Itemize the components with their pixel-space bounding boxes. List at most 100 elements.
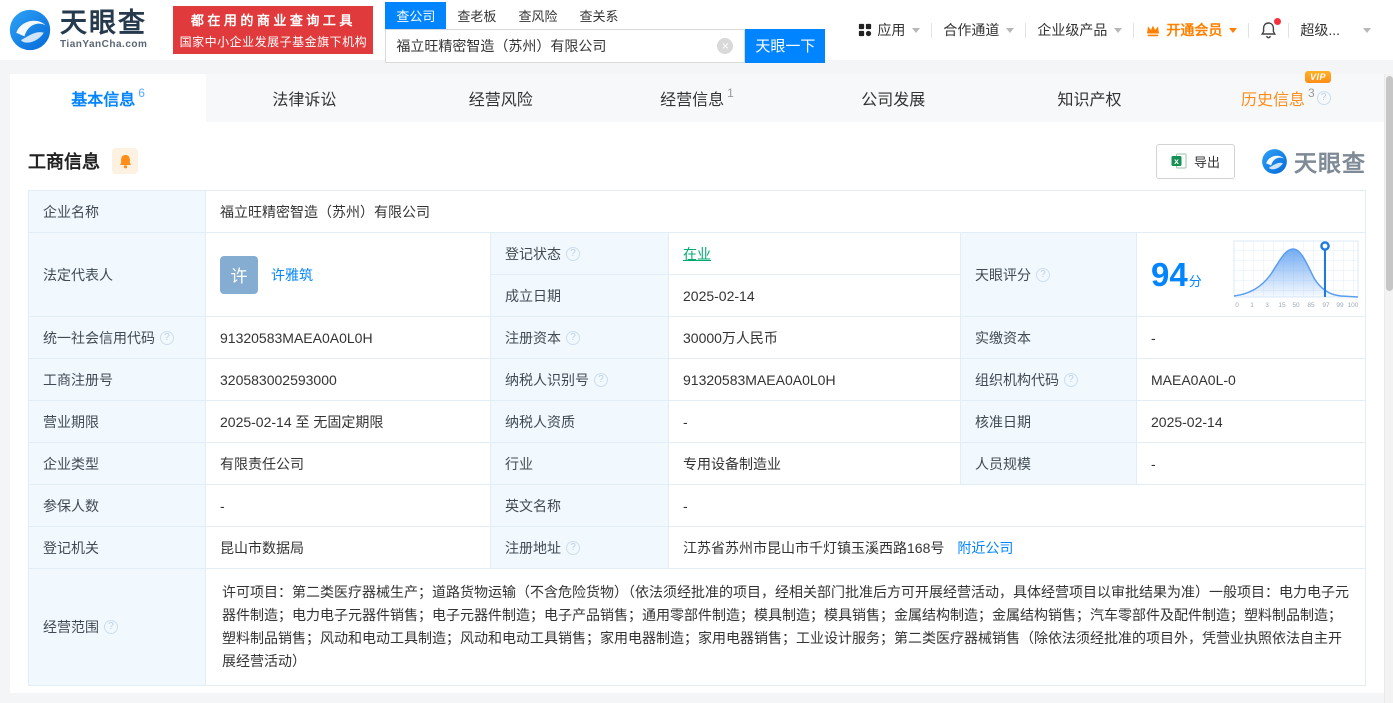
nav-open-vip[interactable]: 开通会员 bbox=[1134, 20, 1248, 40]
section-title: 工商信息 bbox=[28, 152, 100, 172]
chevron-down-icon bbox=[1006, 27, 1015, 33]
reg-address-cell: 江苏省苏州市昆山市千灯镇玉溪西路168号 附近公司 bbox=[669, 527, 1365, 568]
field-label-text: 天眼评分 bbox=[975, 266, 1031, 283]
chevron-down-icon bbox=[1114, 27, 1123, 33]
tab-label: 经营风险 bbox=[468, 92, 533, 109]
score-marker-pin bbox=[1320, 240, 1330, 251]
vertical-scrollbar bbox=[1384, 74, 1393, 703]
approval-date-value: 2025-02-14 bbox=[1151, 413, 1223, 430]
nearby-companies-link[interactable]: 附近公司 bbox=[957, 538, 1013, 558]
table-row: 法定代表人 许 许雅筑 登记状态 在业 成立日期 2025-02-14 bbox=[29, 233, 1365, 317]
detail-tabbar: 基本信息 6 法律诉讼 经营风险 经营信息 1 公司发展 知识产权 历史信息 V… bbox=[10, 71, 1384, 122]
nav-enterprise[interactable]: 企业级产品 bbox=[1026, 20, 1133, 40]
industry-value: 专用设备制造业 bbox=[669, 443, 961, 484]
field-label-text: 统一社会信用代码 bbox=[43, 329, 155, 346]
tab-business-risk[interactable]: 经营风险 bbox=[403, 74, 599, 122]
paid-capital-value: - bbox=[1151, 329, 1156, 346]
score-cell: 94 分 0 1 3 15 50 85 97 99 100 bbox=[1137, 233, 1365, 316]
nav-open-vip-label: 开通会员 bbox=[1166, 22, 1223, 38]
nav-cooperation[interactable]: 合作通道 bbox=[932, 20, 1025, 40]
export-button[interactable]: x 导出 bbox=[1155, 143, 1235, 179]
chevron-down-icon bbox=[912, 27, 921, 33]
svg-text:1: 1 bbox=[1250, 302, 1254, 309]
search-tab-relation[interactable]: 查关系 bbox=[568, 2, 629, 29]
help-icon[interactable] bbox=[1036, 267, 1050, 282]
field-label-text: 纳税人识别号 bbox=[505, 371, 589, 388]
subscribe-bell-button[interactable] bbox=[112, 148, 138, 174]
nav-apps[interactable]: 应用 bbox=[847, 20, 931, 40]
field-label: 核准日期 bbox=[961, 401, 1137, 442]
legal-rep-link[interactable]: 许雅筑 bbox=[271, 265, 313, 285]
field-label-text: 注册资本 bbox=[505, 329, 561, 346]
notification-dot bbox=[1274, 18, 1282, 25]
banner-line1: 都在用的商业查询工具 bbox=[190, 13, 356, 28]
insured-count-value: - bbox=[206, 485, 491, 526]
help-icon[interactable] bbox=[1316, 91, 1331, 105]
help-icon[interactable] bbox=[566, 330, 580, 345]
help-icon[interactable] bbox=[566, 540, 580, 555]
tab-count: 6 bbox=[138, 86, 145, 100]
nav-notifications[interactable] bbox=[1249, 18, 1288, 39]
tab-intellectual-property[interactable]: 知识产权 bbox=[991, 74, 1187, 122]
staff-size-value: - bbox=[1151, 455, 1156, 472]
search-tab-company[interactable]: 查公司 bbox=[385, 1, 447, 29]
nav-cooperation-label: 合作通道 bbox=[943, 22, 1000, 38]
field-label-text: 注册地址 bbox=[505, 539, 561, 556]
search-button[interactable]: 天眼一下 bbox=[745, 28, 826, 63]
field-label: 企业类型 bbox=[29, 443, 206, 484]
help-icon[interactable] bbox=[104, 620, 118, 634]
table-row: 登记机关 昆山市数据局 注册地址 江苏省苏州市昆山市千灯镇玉溪西路168号 附近… bbox=[29, 527, 1365, 569]
help-icon[interactable] bbox=[566, 246, 580, 261]
promo-banner: 都在用的商业查询工具 国家中小企业发展子基金旗下机构 bbox=[173, 6, 374, 54]
field-label: 纳税人识别号 bbox=[491, 359, 669, 400]
field-label: 实缴资本 bbox=[961, 317, 1137, 358]
help-icon[interactable] bbox=[160, 330, 174, 345]
scrollbar-thumb[interactable] bbox=[1386, 76, 1393, 291]
section-header: 工商信息 x 导出 天眼查 bbox=[28, 143, 1366, 179]
field-label: 行业 bbox=[491, 443, 669, 484]
field-label: 注册资本 bbox=[491, 317, 669, 358]
tab-basic-info[interactable]: 基本信息 6 bbox=[10, 74, 207, 122]
legal-rep-avatar[interactable]: 许 bbox=[220, 255, 258, 294]
reg-address-value: 江苏省苏州市昆山市千灯镇玉溪西路168号 bbox=[683, 539, 945, 556]
svg-text:97: 97 bbox=[1322, 302, 1330, 309]
header-nav: 应用 合作通道 企业级产品 开通会员 超级... bbox=[847, 18, 1382, 40]
english-name-value: - bbox=[683, 497, 688, 514]
field-label: 英文名称 bbox=[491, 485, 669, 526]
reg-number-value: 320583002593000 bbox=[206, 359, 491, 400]
help-icon[interactable] bbox=[594, 372, 608, 387]
chevron-down-icon bbox=[1229, 27, 1238, 33]
field-label-text: 登记状态 bbox=[505, 245, 561, 262]
table-row: 企业类型 有限责任公司 行业 专用设备制造业 人员规模 - bbox=[29, 443, 1365, 485]
tianyancha-logo[interactable]: 天眼查 TianYanCha.com bbox=[8, 8, 147, 52]
field-label: 参保人数 bbox=[29, 485, 206, 526]
nav-super-vip[interactable]: 超级... bbox=[1289, 20, 1382, 40]
field-label: 注册地址 bbox=[491, 527, 669, 568]
tab-label: 公司发展 bbox=[861, 92, 926, 109]
bell-icon bbox=[119, 154, 131, 168]
status-date-subgrid: 登记状态 在业 成立日期 2025-02-14 bbox=[491, 233, 961, 316]
search-tab-boss[interactable]: 查老板 bbox=[446, 2, 507, 29]
tab-legal-litigation[interactable]: 法律诉讼 bbox=[206, 74, 402, 122]
svg-text:15: 15 bbox=[1278, 302, 1286, 309]
reg-status-value: 在业 bbox=[669, 233, 960, 274]
search-input[interactable] bbox=[385, 28, 746, 63]
help-icon[interactable] bbox=[1064, 372, 1078, 387]
clear-input-icon[interactable] bbox=[717, 37, 734, 54]
tab-company-development[interactable]: 公司发展 bbox=[795, 74, 991, 122]
table-row: 参保人数 - 英文名称 - bbox=[29, 485, 1365, 527]
svg-text:x: x bbox=[1174, 156, 1179, 166]
company-type-value: 有限责任公司 bbox=[206, 443, 491, 484]
svg-text:85: 85 bbox=[1307, 302, 1315, 309]
nav-apps-label: 应用 bbox=[877, 22, 906, 38]
credit-code-value: 91320583MAEA0A0L0H bbox=[206, 317, 491, 358]
nav-super-vip-label: 超级... bbox=[1300, 22, 1341, 38]
table-row: 企业名称 福立旺精密智造（苏州）有限公司 bbox=[29, 191, 1365, 233]
search-tab-risk[interactable]: 查风险 bbox=[507, 2, 568, 29]
tab-history-info[interactable]: 历史信息 VIP 3 bbox=[1188, 71, 1384, 122]
table-row: 工商注册号 320583002593000 纳税人识别号 91320583MAE… bbox=[29, 359, 1365, 401]
tab-business-info[interactable]: 经营信息 1 bbox=[599, 74, 795, 122]
reg-status-link[interactable]: 在业 bbox=[683, 244, 711, 264]
search-tabs: 查公司 查老板 查风险 查关系 bbox=[385, 1, 825, 29]
tab-label: 经营信息 bbox=[660, 92, 725, 109]
